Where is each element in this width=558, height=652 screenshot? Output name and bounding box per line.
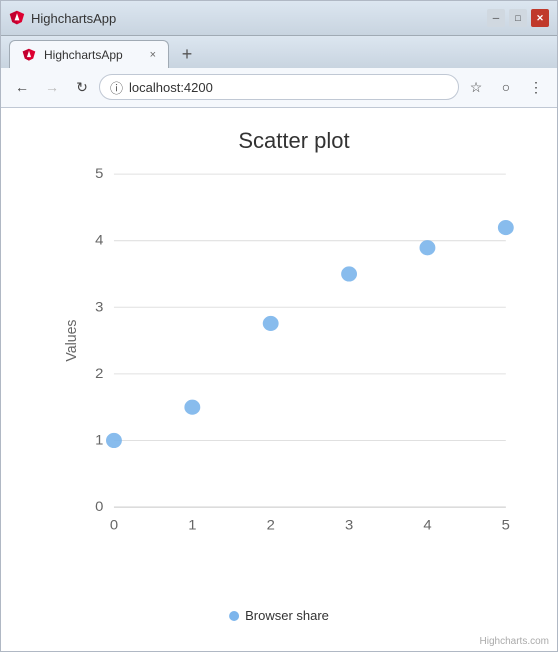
app-icon [9, 10, 25, 26]
svg-text:4: 4 [95, 233, 103, 249]
chart-area: 0 1 2 3 4 5 0 1 2 3 4 5 Values [61, 164, 527, 547]
svg-text:2: 2 [267, 517, 275, 533]
legend-label: Browser share [245, 608, 329, 623]
scatter-plot-svg: 0 1 2 3 4 5 0 1 2 3 4 5 Values [61, 164, 527, 547]
url-display: localhost:4200 [129, 80, 448, 95]
svg-text:5: 5 [95, 166, 103, 182]
data-point-4[interactable] [420, 240, 435, 254]
address-bar[interactable]: ⓘ localhost:4200 [99, 74, 459, 100]
nav-bar: ← → ↻ ⓘ localhost:4200 ☆ ○ ⋮ [1, 68, 557, 107]
data-point-3[interactable] [342, 266, 357, 280]
new-tab-button[interactable]: + [173, 40, 201, 68]
svg-text:0: 0 [95, 499, 103, 515]
title-bar: HighchartsApp ─ □ ✕ [1, 1, 557, 36]
data-point-0[interactable] [107, 433, 122, 447]
chart-container: Scatter plot [1, 108, 557, 651]
svg-text:1: 1 [95, 432, 103, 448]
back-button[interactable]: ← [9, 74, 35, 100]
svg-text:1: 1 [188, 517, 196, 533]
chart-legend: Browser share [229, 608, 329, 623]
data-point-2[interactable] [263, 316, 278, 330]
highcharts-credit: Highcharts.com [480, 636, 549, 647]
svg-text:3: 3 [345, 517, 353, 533]
menu-button[interactable]: ⋮ [523, 74, 549, 100]
svg-text:3: 3 [95, 299, 103, 315]
svg-text:4: 4 [423, 517, 431, 533]
account-button[interactable]: ○ [493, 74, 519, 100]
window-title: HighchartsApp [31, 11, 481, 26]
svg-text:5: 5 [502, 517, 510, 533]
tab-favicon [22, 48, 36, 62]
tab-close-button[interactable]: × [150, 49, 156, 61]
svg-text:Values: Values [64, 319, 80, 361]
reload-button[interactable]: ↻ [69, 74, 95, 100]
data-point-5[interactable] [498, 220, 513, 234]
maximize-button[interactable]: □ [509, 9, 527, 27]
chart-title: Scatter plot [61, 128, 527, 154]
info-icon: ⓘ [110, 78, 123, 97]
svg-text:2: 2 [95, 366, 103, 382]
svg-text:0: 0 [110, 517, 118, 533]
tab-label: HighchartsApp [44, 48, 123, 62]
window-controls: ─ □ ✕ [487, 9, 549, 27]
legend-dot [229, 611, 239, 621]
chart-wrapper: Scatter plot [1, 108, 557, 651]
close-button[interactable]: ✕ [531, 9, 549, 27]
app-window: HighchartsApp ─ □ ✕ HighchartsApp × + ← … [0, 0, 558, 652]
minimize-button[interactable]: ─ [487, 9, 505, 27]
bookmark-button[interactable]: ☆ [463, 74, 489, 100]
tab-bar: HighchartsApp × + [1, 36, 557, 68]
forward-button[interactable]: → [39, 74, 65, 100]
data-point-1[interactable] [185, 400, 200, 414]
active-tab[interactable]: HighchartsApp × [9, 40, 169, 68]
